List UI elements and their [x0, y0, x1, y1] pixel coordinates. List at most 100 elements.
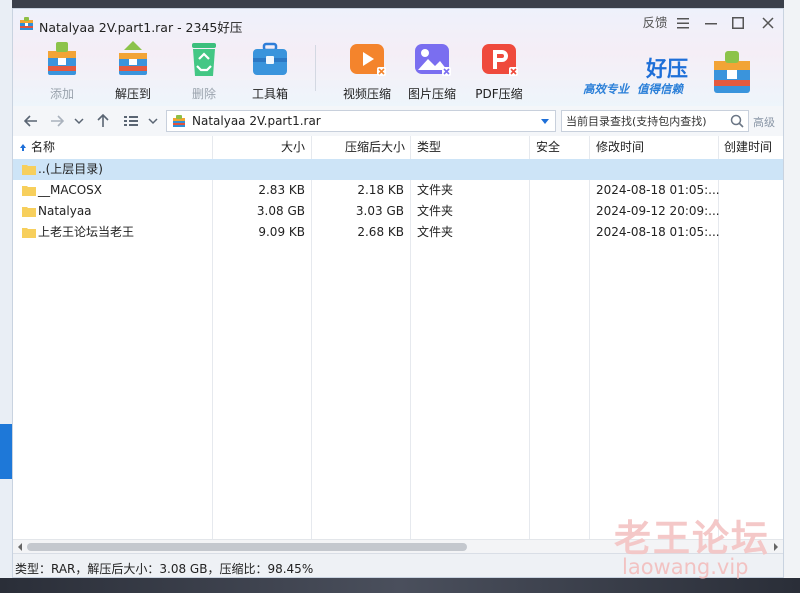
maximize-button[interactable] — [728, 13, 748, 33]
extract-icon — [119, 41, 147, 75]
search-icon[interactable] — [730, 114, 744, 128]
folder-icon — [22, 186, 36, 196]
desktop-window-fragment — [0, 424, 12, 479]
table-row[interactable]: Natalyaa 3.08 GB 3.03 GB 文件夹 2024-09-12 … — [13, 201, 783, 222]
folder-icon — [22, 165, 36, 175]
brand-archive-icon — [714, 51, 750, 93]
status-text: 类型：RAR，解压后大小：3.08 GB，压缩比：98.45% — [15, 562, 314, 576]
image-compress-icon — [415, 44, 451, 76]
brand-logo: 好压 高效专业 值得信赖 — [583, 49, 758, 99]
column-header-packed[interactable]: 压缩后大小 — [312, 136, 405, 159]
chevron-down-icon — [74, 118, 84, 125]
table-row-parent[interactable]: ..(上层目录) — [13, 159, 783, 180]
feedback-button[interactable]: 反馈 — [641, 13, 669, 33]
up-button[interactable] — [93, 111, 113, 131]
delete-label: 删除 — [191, 87, 216, 101]
video-compress-button[interactable]: 视频压缩 — [334, 39, 400, 101]
pdf-compress-label: PDF压缩 — [475, 87, 523, 101]
close-button[interactable] — [758, 13, 778, 33]
image-compress-label: 图片压缩 — [407, 87, 456, 101]
pdf-compress-icon — [482, 44, 518, 76]
delete-button[interactable]: 删除 — [171, 39, 237, 101]
column-header-modified[interactable]: 修改时间 — [596, 136, 714, 159]
column-header-security[interactable]: 安全 — [536, 136, 586, 159]
back-button[interactable] — [21, 111, 41, 131]
minimize-button[interactable] — [701, 13, 721, 33]
row-name: ..(上层目录) — [38, 162, 103, 176]
forward-arrow-icon — [51, 115, 65, 127]
row-name: __MACOSX — [38, 183, 103, 197]
hamburger-menu-icon — [677, 18, 689, 29]
chevron-down-icon — [148, 118, 158, 125]
row-size: 3.08 GB — [256, 204, 305, 218]
scroll-right-icon[interactable] — [772, 540, 780, 554]
column-header: 名称 大小 压缩后大小 类型 安全 修改时间 创建时间 — [13, 136, 783, 160]
row-modified: 2024-08-18 01:05:... — [596, 225, 720, 239]
row-packed: 3.03 GB — [355, 204, 404, 218]
forward-button[interactable] — [47, 111, 67, 131]
toolbox-icon — [253, 42, 287, 75]
list-view-icon — [124, 116, 138, 126]
minimize-icon — [705, 23, 717, 25]
row-packed: 2.18 KB — [357, 183, 404, 197]
add-archive-icon — [48, 42, 76, 75]
row-size: 9.09 KB — [258, 225, 305, 239]
add-button[interactable]: 添加 — [29, 39, 95, 101]
search-input[interactable] — [562, 111, 726, 131]
sort-ascending-icon — [20, 144, 26, 151]
view-mode-dropdown[interactable] — [145, 111, 161, 131]
close-icon — [762, 17, 774, 29]
file-list: 名称 大小 压缩后大小 类型 安全 修改时间 创建时间 ..(上层目录) __M… — [13, 136, 783, 539]
row-type: 文件夹 — [417, 183, 454, 197]
row-modified: 2024-09-12 20:09:... — [596, 204, 720, 218]
title-bar[interactable]: Natalyaa 2V.part1.rar - 2345好压 反馈 — [13, 9, 783, 37]
scrollbar-thumb[interactable] — [27, 543, 467, 551]
extract-button[interactable]: 解压到 — [100, 39, 166, 101]
table-row[interactable]: __MACOSX 2.83 KB 2.18 KB 文件夹 2024-08-18 … — [13, 180, 783, 201]
toolbox-button[interactable]: 工具箱 — [237, 39, 303, 101]
video-compress-label: 视频压缩 — [342, 87, 391, 101]
column-header-size[interactable]: 大小 — [213, 136, 305, 159]
folder-icon — [22, 207, 36, 217]
path-dropdown-icon[interactable] — [540, 118, 550, 126]
window-title: Natalyaa 2V.part1.rar - 2345好压 — [39, 20, 243, 35]
image-compress-button[interactable]: 图片压缩 — [399, 39, 465, 101]
table-row[interactable]: 上老王论坛当老王 9.09 KB 2.68 KB 文件夹 2024-08-18 … — [13, 222, 783, 243]
menu-button[interactable] — [673, 13, 693, 33]
column-header-created[interactable]: 创建时间 — [724, 136, 783, 159]
row-packed: 2.68 KB — [357, 225, 404, 239]
archive-file-icon — [173, 115, 185, 127]
column-header-type[interactable]: 类型 — [417, 136, 517, 159]
back-arrow-icon — [23, 115, 37, 127]
watermark-cn: 老王论坛 — [614, 517, 770, 560]
archive-window: Natalyaa 2V.part1.rar - 2345好压 反馈 添加 解压到… — [12, 8, 784, 578]
recycle-icon — [192, 43, 216, 76]
add-label: 添加 — [49, 87, 74, 101]
row-type: 文件夹 — [417, 204, 454, 218]
extract-label: 解压到 — [114, 87, 151, 101]
window-header: Natalyaa 2V.part1.rar - 2345好压 反馈 添加 解压到… — [13, 9, 783, 106]
toolbar-separator — [315, 45, 316, 91]
brand-slogan: 高效专业 值得信赖 — [583, 82, 684, 96]
brand-name: 好压 — [646, 57, 688, 81]
scroll-left-icon[interactable] — [16, 540, 24, 554]
history-dropdown[interactable] — [71, 111, 87, 131]
row-modified: 2024-08-18 01:05:... — [596, 183, 720, 197]
row-name: 上老王论坛当老王 — [38, 225, 135, 239]
up-arrow-icon — [97, 113, 109, 127]
path-combobox[interactable]: Natalyaa 2V.part1.rar — [166, 110, 556, 132]
view-mode-button[interactable] — [121, 111, 141, 131]
advanced-search-link[interactable]: 高级 — [753, 114, 775, 130]
pdf-compress-button[interactable]: PDF压缩 — [466, 39, 532, 101]
video-compress-icon — [350, 44, 386, 76]
desktop-left-edge — [0, 0, 12, 593]
row-size: 2.83 KB — [258, 183, 305, 197]
path-text: Natalyaa 2V.part1.rar — [192, 114, 321, 128]
maximize-icon — [732, 17, 744, 29]
column-header-name-label: 名称 — [31, 140, 56, 154]
row-name: Natalyaa — [38, 204, 92, 218]
desktop-right-edge — [784, 0, 800, 593]
desktop-bottom-strip — [0, 578, 800, 593]
column-header-name[interactable]: 名称 — [19, 136, 209, 159]
watermark-en: laowang.vip — [622, 555, 749, 579]
